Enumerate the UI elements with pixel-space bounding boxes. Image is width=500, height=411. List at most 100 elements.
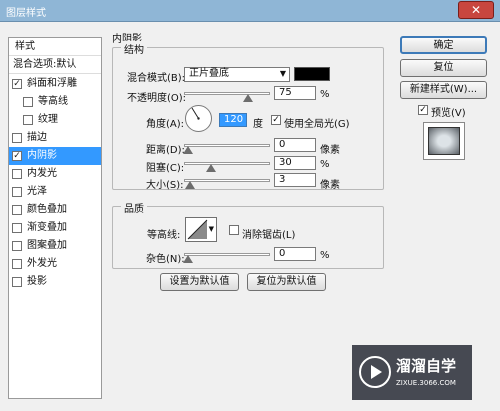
style-item-checkbox[interactable] bbox=[12, 133, 22, 143]
choke-slider-track[interactable] bbox=[184, 162, 270, 165]
blend-mode-label: 混合模式(B): bbox=[127, 73, 186, 84]
angle-dial-icon bbox=[185, 105, 212, 132]
distance-slider-track[interactable] bbox=[184, 144, 270, 147]
choke-unit: % bbox=[320, 159, 330, 170]
size-input[interactable]: 3 bbox=[274, 173, 316, 187]
style-item-label: 外发光 bbox=[27, 258, 57, 269]
style-item-label: 内发光 bbox=[27, 168, 57, 179]
contour-picker[interactable]: ▼ bbox=[185, 217, 217, 242]
style-item-checkbox[interactable] bbox=[12, 187, 22, 197]
noise-label: 杂色(N): bbox=[146, 254, 185, 265]
make-default-button[interactable]: 设置为默认值 bbox=[160, 273, 239, 291]
style-item-checkbox[interactable] bbox=[12, 205, 22, 215]
choke-slider-knob[interactable] bbox=[206, 164, 216, 172]
style-item[interactable]: 投影 bbox=[9, 273, 101, 291]
reset-button[interactable]: 复位 bbox=[400, 59, 487, 77]
noise-slider-track[interactable] bbox=[184, 253, 270, 256]
style-item[interactable]: 描边 bbox=[9, 129, 101, 147]
watermark: 溜溜自学 ZIXUE.3066.COM bbox=[352, 345, 472, 400]
noise-input[interactable]: 0 bbox=[274, 247, 316, 261]
opacity-unit: % bbox=[320, 89, 330, 100]
opacity-label: 不透明度(O): bbox=[127, 93, 187, 104]
style-item-checkbox[interactable] bbox=[12, 169, 22, 179]
style-item-checkbox[interactable] bbox=[12, 241, 22, 251]
preview-label: 预览(V) bbox=[431, 108, 466, 119]
contour-curve-icon bbox=[187, 219, 208, 240]
size-slider-knob[interactable] bbox=[185, 181, 195, 189]
choke-input[interactable]: 30 bbox=[274, 156, 316, 170]
style-item[interactable]: 图案叠加 bbox=[9, 237, 101, 255]
checkmark-icon: ✓ bbox=[419, 105, 427, 115]
angle-input[interactable]: 120 bbox=[219, 113, 247, 127]
preview-swatch bbox=[428, 127, 460, 155]
blend-options-item[interactable]: 混合选项:默认 bbox=[9, 56, 101, 74]
opacity-input[interactable]: 75 bbox=[274, 86, 316, 100]
noise-slider-knob[interactable] bbox=[183, 255, 193, 263]
size-slider-track[interactable] bbox=[184, 179, 270, 182]
style-preview bbox=[423, 122, 465, 160]
global-light-checkbox[interactable]: ✓ bbox=[271, 115, 281, 125]
style-item-checkbox[interactable] bbox=[12, 223, 22, 233]
window-title: 图层样式 bbox=[6, 8, 46, 19]
structure-title: 结构 bbox=[121, 41, 147, 56]
style-item-label: 图案叠加 bbox=[27, 240, 67, 251]
style-item[interactable]: ✓ 内阴影 bbox=[9, 147, 101, 165]
chevron-down-icon: ▼ bbox=[279, 69, 286, 78]
angle-dial[interactable] bbox=[184, 104, 213, 133]
style-item-checkbox[interactable]: ✓ bbox=[12, 151, 22, 161]
distance-slider-knob[interactable] bbox=[183, 146, 193, 154]
style-list-header: 样式 bbox=[9, 38, 101, 56]
angle-label: 角度(A): bbox=[146, 119, 185, 130]
contour-label: 等高线: bbox=[147, 230, 181, 241]
style-item-label: 颜色叠加 bbox=[27, 204, 67, 215]
quality-title: 品质 bbox=[121, 200, 147, 215]
antialias-label: 消除锯齿(L) bbox=[242, 230, 296, 241]
style-item-checkbox[interactable] bbox=[12, 259, 22, 269]
antialias-checkbox[interactable] bbox=[229, 225, 239, 235]
checkmark-icon: ✓ bbox=[272, 115, 280, 125]
style-item[interactable]: 等高线 bbox=[9, 93, 101, 111]
style-item-label: 等高线 bbox=[38, 96, 68, 107]
watermark-brand: 溜溜自学 bbox=[396, 357, 457, 375]
style-item[interactable]: 光泽 bbox=[9, 183, 101, 201]
distance-label: 距离(D): bbox=[146, 145, 185, 156]
chevron-down-icon: ▼ bbox=[208, 225, 214, 233]
style-item-label: 描边 bbox=[27, 132, 47, 143]
style-item[interactable]: 纹理 bbox=[9, 111, 101, 129]
distance-input[interactable]: 0 bbox=[274, 138, 316, 152]
opacity-slider-track[interactable] bbox=[184, 92, 270, 95]
style-item-label: 渐变叠加 bbox=[27, 222, 67, 233]
watermark-url: ZIXUE.3066.COM bbox=[396, 379, 456, 387]
style-item-checkbox[interactable] bbox=[23, 115, 33, 125]
style-item-label: 纹理 bbox=[38, 114, 58, 125]
style-item-label: 投影 bbox=[27, 276, 47, 287]
preview-checkbox[interactable]: ✓ bbox=[418, 105, 428, 115]
blend-mode-select[interactable]: 正片叠底 ▼ bbox=[184, 67, 290, 82]
style-item[interactable]: 外发光 bbox=[9, 255, 101, 273]
noise-unit: % bbox=[320, 250, 330, 261]
global-light-label: 使用全局光(G) bbox=[284, 119, 350, 130]
title-bar[interactable]: 图层样式 ✕ bbox=[0, 0, 500, 22]
shadow-color-swatch[interactable] bbox=[294, 67, 330, 81]
style-item[interactable]: 内发光 bbox=[9, 165, 101, 183]
angle-unit: 度 bbox=[253, 119, 263, 130]
style-item-label: 光泽 bbox=[27, 186, 47, 197]
close-button[interactable]: ✕ bbox=[458, 1, 494, 19]
style-item-checkbox[interactable] bbox=[23, 97, 33, 107]
style-list: 样式 混合选项:默认 ✓ 斜面和浮雕等高线纹理描边 ✓ 内阴影内发光光泽颜色叠加渐变叠… bbox=[8, 37, 102, 399]
blend-mode-value: 正片叠底 bbox=[189, 68, 229, 79]
style-item-checkbox[interactable] bbox=[12, 277, 22, 287]
style-item-label: 内阴影 bbox=[27, 150, 57, 161]
style-item-label: 斜面和浮雕 bbox=[27, 78, 77, 89]
size-label: 大小(S): bbox=[146, 180, 184, 191]
style-item[interactable]: 颜色叠加 bbox=[9, 201, 101, 219]
opacity-slider-knob[interactable] bbox=[243, 94, 253, 102]
ok-button[interactable]: 确定 bbox=[400, 36, 487, 54]
play-logo-icon bbox=[359, 356, 391, 388]
style-item[interactable]: 渐变叠加 bbox=[9, 219, 101, 237]
reset-default-button[interactable]: 复位为默认值 bbox=[247, 273, 326, 291]
style-item[interactable]: ✓ 斜面和浮雕 bbox=[9, 75, 101, 93]
new-style-button[interactable]: 新建样式(W)... bbox=[400, 81, 487, 99]
style-item-checkbox[interactable]: ✓ bbox=[12, 79, 22, 89]
choke-label: 阻塞(C): bbox=[146, 163, 185, 174]
